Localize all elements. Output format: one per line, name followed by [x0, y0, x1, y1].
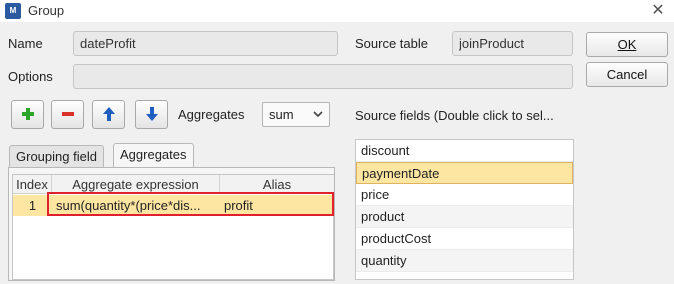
- list-item-product[interactable]: product: [356, 206, 573, 228]
- app-icon: M: [5, 3, 21, 19]
- close-icon[interactable]: ✕: [648, 1, 668, 21]
- aggregates-selected-value: sum: [269, 107, 294, 122]
- list-item-discount[interactable]: discount: [356, 140, 573, 162]
- list-item-productcost[interactable]: productCost: [356, 228, 573, 250]
- source-fields-list: discount paymentDate price product produ…: [355, 139, 574, 280]
- highlight-box: [47, 192, 334, 216]
- arrow-up-icon: [102, 107, 115, 121]
- title-bar: [0, 0, 674, 22]
- list-item-price[interactable]: price: [356, 184, 573, 206]
- minus-icon: [61, 112, 74, 116]
- add-button[interactable]: [11, 100, 44, 129]
- list-item-paymentdate[interactable]: paymentDate: [356, 162, 573, 184]
- arrow-down-icon: [145, 107, 158, 121]
- aggregates-select[interactable]: sum: [262, 102, 330, 127]
- plus-icon: [21, 108, 34, 120]
- name-field[interactable]: [73, 31, 338, 56]
- list-item-quantity[interactable]: quantity: [356, 250, 573, 272]
- window-title: Group: [28, 3, 65, 18]
- aggregates-table: Index Aggregate expression Alias 1 sum(q…: [12, 174, 334, 280]
- cancel-button[interactable]: Cancel: [586, 62, 668, 87]
- cancel-button-label: Cancel: [606, 67, 648, 82]
- options-label: Options: [8, 69, 53, 84]
- source-table-label: Source table: [355, 36, 428, 51]
- chevron-down-icon: [313, 111, 323, 118]
- ok-button-label: OK: [617, 37, 637, 52]
- name-label: Name: [8, 36, 43, 51]
- move-up-button[interactable]: [92, 100, 125, 129]
- ok-button[interactable]: OK: [586, 32, 668, 57]
- remove-button[interactable]: [51, 100, 84, 129]
- source-fields-label: Source fields (Double click to sel...: [355, 108, 554, 123]
- source-table-field[interactable]: [452, 31, 573, 56]
- aggregates-label: Aggregates: [178, 107, 245, 122]
- tab-grouping-field[interactable]: Grouping field: [9, 145, 104, 167]
- tab-aggregates[interactable]: Aggregates: [113, 143, 194, 167]
- move-down-button[interactable]: [135, 100, 168, 129]
- options-field[interactable]: [73, 64, 573, 89]
